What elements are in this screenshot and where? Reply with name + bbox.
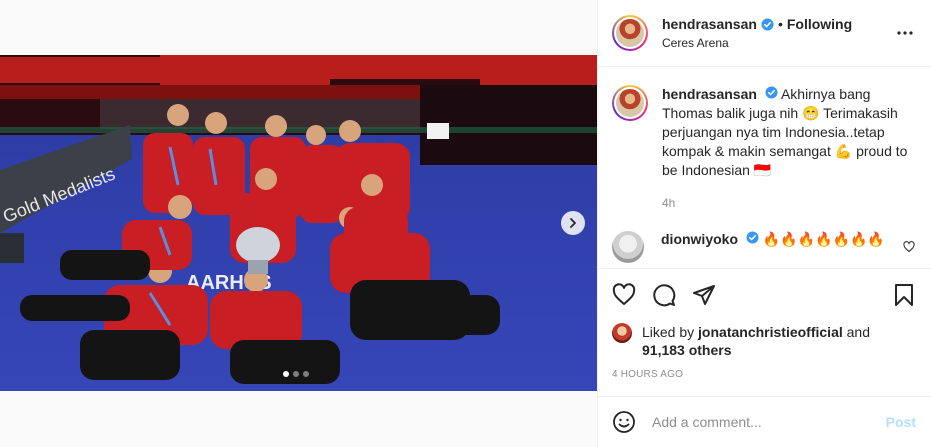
carousel-dot <box>293 371 299 377</box>
likes-summary: Liked by jonatanchristieofficial and 91,… <box>612 323 916 359</box>
author-avatar[interactable] <box>612 15 648 51</box>
carousel-dot <box>283 371 289 377</box>
post-photo[interactable]: Gold Medalists AARHUS <box>0 55 597 391</box>
photo-illustration: Gold Medalists AARHUS <box>0 55 597 391</box>
emoji-icon[interactable] <box>612 410 636 434</box>
post-timestamp[interactable]: 4 HOURS AGO <box>612 369 916 380</box>
instagram-post-view: Gold Medalists AARHUS hendrasansan • Fol… <box>0 0 931 447</box>
author-username[interactable]: hendrasansan <box>662 16 757 32</box>
caption-avatar[interactable] <box>612 85 648 121</box>
comment-username[interactable]: dionwiyoko <box>661 231 738 247</box>
post-location[interactable]: Ceres Arena <box>662 36 893 50</box>
more-options-button[interactable] <box>893 21 917 45</box>
comment-item: dionwiyoko 🔥🔥🔥🔥🔥🔥🔥 <box>612 231 915 263</box>
carousel-dot <box>303 371 309 377</box>
verified-badge-icon <box>746 231 759 244</box>
bookmark-icon[interactable] <box>892 283 916 307</box>
carousel-indicator <box>283 371 309 377</box>
carousel-next-button[interactable] <box>561 211 585 235</box>
add-comment-bar: Post <box>598 396 931 447</box>
comments-list: hendrasansan Akhirnya bang Thomas balik … <box>598 67 931 267</box>
comment-text: 🔥🔥🔥🔥🔥🔥🔥 <box>762 231 885 247</box>
comment-input[interactable] <box>652 414 886 430</box>
comment-icon[interactable] <box>652 283 676 307</box>
following-button[interactable]: Following <box>787 16 852 32</box>
verified-badge-icon <box>761 17 774 31</box>
likes-others-link[interactable]: 91,183 others <box>642 342 732 358</box>
verified-badge-icon <box>765 86 778 99</box>
chevron-right-icon <box>570 218 576 228</box>
post-header: hendrasansan • Following Ceres Arena <box>598 0 931 67</box>
more-horizontal-icon <box>897 31 913 35</box>
likes-prefix: Liked by <box>642 324 695 340</box>
header-separator: • <box>777 16 783 32</box>
caption-timestamp[interactable]: 4h <box>662 194 915 213</box>
liker-username[interactable]: jonatanchristieofficial <box>698 324 843 340</box>
media-area: Gold Medalists AARHUS <box>0 0 597 447</box>
send-icon[interactable] <box>692 283 716 307</box>
heart-icon[interactable] <box>612 283 636 307</box>
post-actions: Liked by jonatanchristieofficial and 91,… <box>598 268 931 380</box>
liker-avatar[interactable] <box>612 323 632 343</box>
commenter-avatar[interactable] <box>612 231 644 263</box>
likes-connector: and <box>846 324 870 340</box>
caption-username[interactable]: hendrasansan <box>662 86 757 102</box>
post-comment-button[interactable]: Post <box>886 414 916 430</box>
post-side-panel: hendrasansan • Following Ceres Arena hen… <box>597 0 931 447</box>
post-caption: hendrasansan Akhirnya bang Thomas balik … <box>612 85 915 213</box>
comment-like-heart-icon[interactable] <box>903 241 915 253</box>
